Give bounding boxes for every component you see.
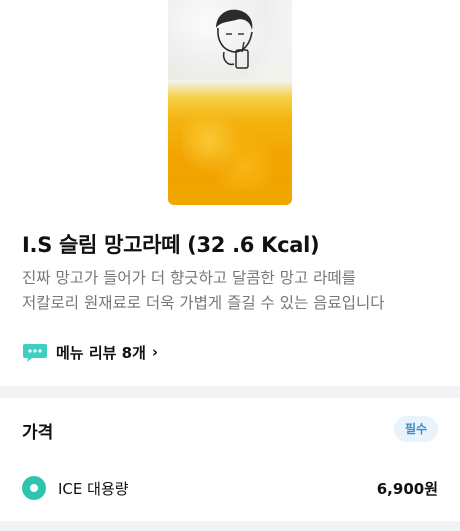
brand-logo-icon	[216, 9, 253, 69]
price-section-title: 가격	[22, 423, 54, 443]
chevron-right-icon: ›	[151, 343, 159, 361]
menu-title: I.S 슬림 망고라떼 (32 .6 Kcal)	[22, 233, 320, 257]
product-image-area	[0, 0, 460, 210]
menu-description-line: 진짜 망고가 들어가 더 향긋하고 달콤한 망고 라떼를	[22, 269, 356, 287]
menu-review-label: 메뉴 리뷰 8개	[56, 343, 146, 362]
menu-review-link[interactable]: 메뉴 리뷰 8개 ›	[22, 340, 158, 364]
price-option-price: 6,900원	[376, 479, 438, 498]
section-divider	[0, 386, 460, 398]
price-option-ice-large[interactable]: ICE 대용량 6,900원	[22, 474, 438, 502]
bottom-divider	[0, 521, 460, 531]
menu-description: 진짜 망고가 들어가 더 향긋하고 달콤한 망고 라떼를 저칼로리 원재료로 더…	[22, 266, 442, 316]
chat-bubble-icon	[23, 344, 47, 362]
radio-selected-icon[interactable]	[22, 476, 46, 500]
required-badge: 필수	[394, 416, 438, 442]
price-option-name: ICE 대용량	[58, 479, 129, 498]
menu-description-line: 저칼로리 원재료로 더욱 가볍게 즐길 수 있는 음료입니다	[22, 294, 385, 312]
